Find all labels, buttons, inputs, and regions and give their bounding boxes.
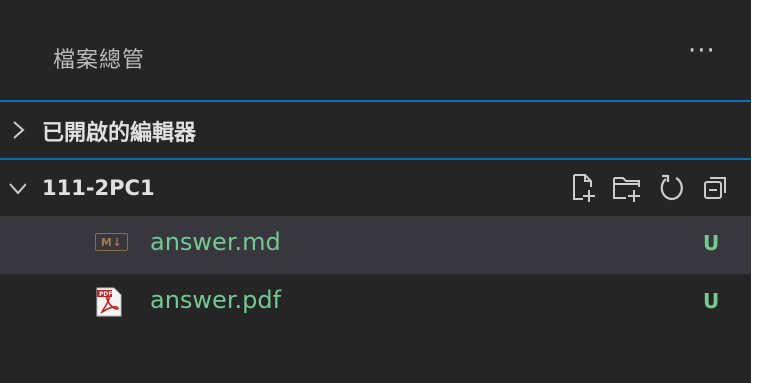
collapse-all-icon — [704, 177, 726, 199]
open-editors-label: 已開啟的編輯器 — [42, 121, 197, 146]
explorer-title: 檔案總管 — [53, 48, 146, 73]
file-name: answer.md — [150, 228, 281, 256]
svg-text:PDF: PDF — [99, 291, 112, 298]
collapse-all-button[interactable] — [699, 171, 733, 205]
new-file-icon — [573, 174, 595, 202]
markdown-badge: M↓ — [95, 233, 128, 251]
new-file-button[interactable] — [567, 171, 601, 205]
markdown-icon: M↓ — [95, 233, 128, 251]
folder-label: 111-2PC1 — [42, 176, 155, 200]
chevron-right-icon — [13, 121, 25, 139]
file-row-answer-md[interactable]: M↓ answer.md U — [0, 216, 751, 274]
explorer-panel: 檔案總管 ··· 已開啟的編輯器 111-2PC1 M↓ answer.md U… — [0, 0, 751, 383]
git-status-badge: U — [703, 231, 720, 255]
refresh-button[interactable] — [655, 171, 689, 205]
explorer-title-bar: 檔案總管 ··· — [0, 0, 751, 98]
folder-actions — [567, 171, 733, 205]
file-row-answer-pdf[interactable]: PDF answer.pdf U — [0, 274, 751, 332]
git-status-badge: U — [703, 289, 720, 313]
new-folder-button[interactable] — [611, 171, 645, 205]
open-editors-header[interactable]: 已開啟的編輯器 — [0, 100, 751, 158]
chevron-down-icon — [9, 183, 26, 195]
pdf-icon: PDF — [96, 287, 122, 321]
refresh-icon — [660, 174, 683, 201]
file-name: answer.pdf — [150, 286, 282, 314]
more-actions-button[interactable]: ··· — [688, 36, 716, 66]
folder-header[interactable]: 111-2PC1 — [0, 158, 751, 218]
new-folder-icon — [613, 177, 640, 202]
